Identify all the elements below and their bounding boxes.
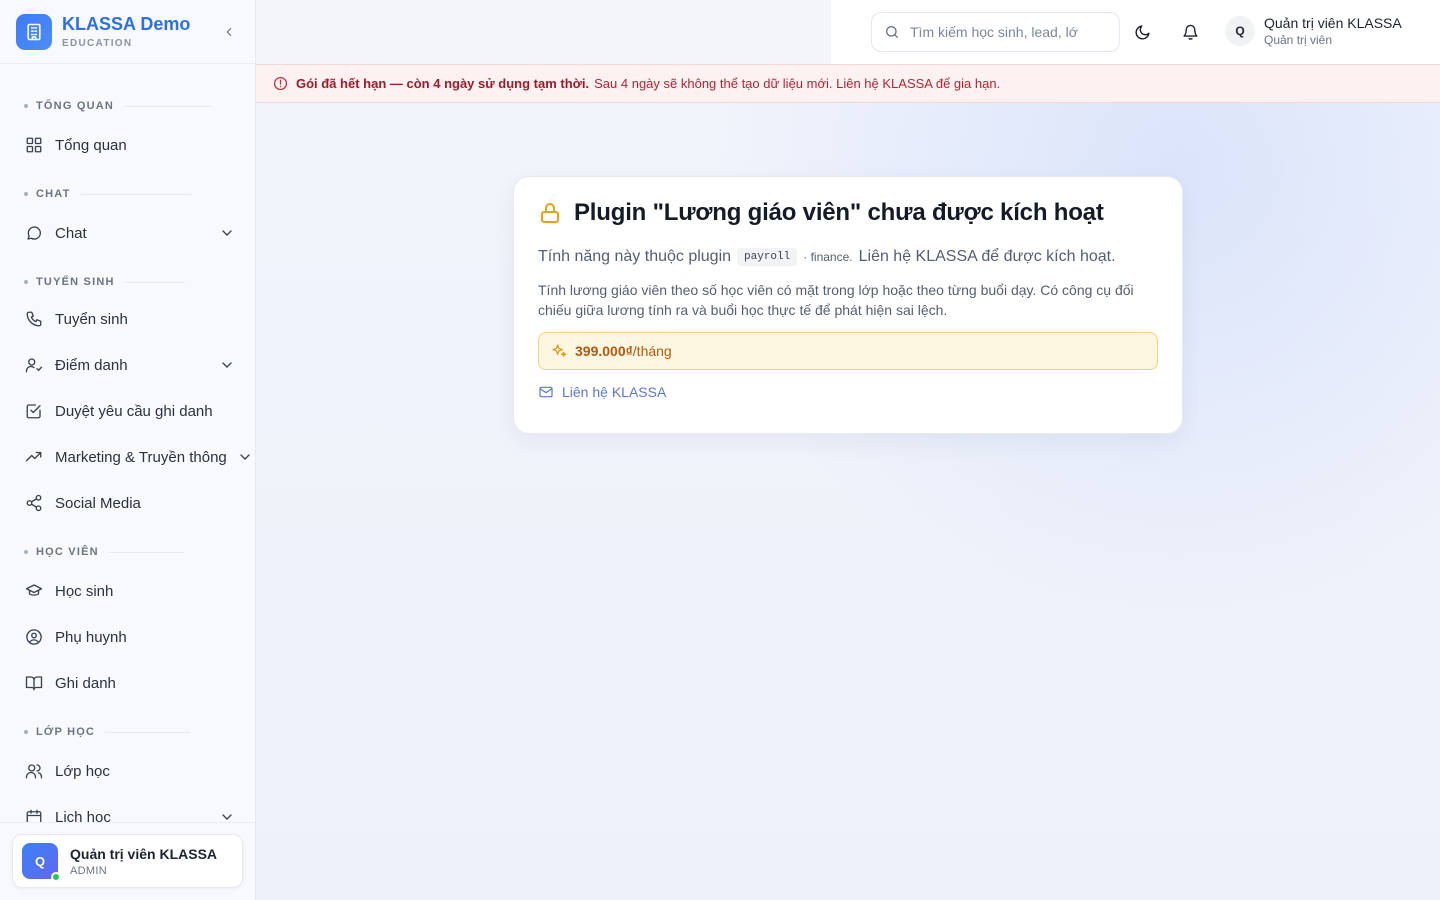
avatar: Q (22, 843, 61, 882)
banner-bold-text: Gói đã hết hạn — còn 4 ngày sử dụng tạm … (296, 76, 590, 91)
sidebar-item-label: Tuyển sinh (55, 310, 128, 328)
header-user-role: Quản trị viên (1264, 33, 1333, 47)
header-user[interactable]: Quản trị viên KLASSA Quản trị viên (1264, 15, 1402, 47)
price-amount: 399.000₫ (575, 343, 633, 359)
alert-circle-icon (273, 76, 288, 91)
chevron-down-icon (222, 362, 232, 368)
building-icon[interactable] (16, 13, 52, 50)
sidebar-item-diem-danh[interactable]: Điểm danh (0, 342, 255, 388)
sidebar-item-marketing[interactable]: Marketing & Truyền thông (0, 434, 255, 480)
theme-toggle-button[interactable] (1130, 20, 1154, 44)
expiry-warning-banner: Gói đã hết hạn — còn 4 ngày sử dụng tạm … (256, 64, 1440, 103)
section-label: TỔNG QUAN (0, 98, 255, 114)
sidebar-item-duyet-yeu-cau[interactable]: Duyệt yêu cầu ghi danh (0, 388, 255, 434)
sidebar-item-label: Tổng quan (55, 136, 127, 154)
sidebar-item-label: Ghi danh (55, 674, 116, 692)
chevron-left-icon (226, 27, 232, 36)
online-status-dot (51, 872, 61, 882)
collapse-sidebar-button[interactable] (219, 22, 239, 42)
sidebar-item-label: Marketing & Truyền thông (55, 448, 227, 466)
sidebar: KLASSA Demo EDUCATION TỔNG QUAN Tổng qua… (0, 0, 256, 900)
sidebar-nav: TỔNG QUAN Tổng quan CHAT Chat TUYỂN SINH… (0, 64, 255, 840)
sidebar-item-label: Học sinh (55, 582, 114, 600)
sparkles-icon (552, 344, 567, 357)
sidebar-item-label: Chat (55, 224, 87, 242)
bell-icon (1182, 24, 1198, 40)
plugin-category: · finance. (803, 250, 853, 264)
mail-icon (539, 386, 553, 398)
plugin-code: payroll (737, 248, 798, 266)
sidebar-item-chat[interactable]: Chat (0, 210, 255, 256)
sidebar-item-tuyen-sinh[interactable]: Tuyển sinh (0, 296, 255, 342)
header-avatar[interactable]: Q (1225, 16, 1255, 46)
sidebar-item-hoc-sinh[interactable]: Học sinh (0, 568, 255, 614)
card-subtitle: Tính năng này thuộc plugin payroll · fin… (538, 248, 1116, 266)
sidebar-item-lop-hoc[interactable]: Lớp học (0, 748, 255, 794)
price-box: 399.000₫/tháng (538, 332, 1158, 370)
sidebar-item-label: Social Media (55, 494, 141, 512)
header-user-name: Quản trị viên KLASSA (1264, 15, 1402, 31)
banner-text: Sau 4 ngày sẽ không thể tạo dữ liệu mới.… (594, 76, 1001, 91)
moon-icon (1135, 24, 1150, 39)
sidebar-item-tong-quan[interactable]: Tổng quan (0, 122, 255, 168)
search-input[interactable] (910, 24, 1100, 40)
header-toolbar: Q Quản trị viên KLASSA Quản trị viên (831, 0, 1440, 64)
brand-name: KLASSA Demo (62, 14, 191, 34)
card-description: Tính lương giáo viên theo số học viên có… (538, 282, 1134, 318)
section-label: CHAT (0, 186, 255, 202)
section-label: LỚP HỌC (0, 724, 255, 740)
chevron-down-icon (222, 230, 232, 236)
sidebar-item-ghi-danh[interactable]: Ghi danh (0, 660, 255, 706)
contact-klassa-link[interactable]: Liên hệ KLASSA (538, 384, 1158, 400)
user-circle-icon (24, 627, 44, 647)
user-role: ADMIN (70, 864, 107, 877)
notifications-button[interactable] (1178, 20, 1202, 44)
search-box[interactable] (871, 12, 1120, 52)
user-name: Quản trị viên KLASSA (70, 845, 218, 862)
chat-icon (24, 223, 44, 243)
main-content: Plugin "Lương giáo viên" chưa được kích … (256, 103, 1440, 900)
sidebar-item-label: Duyệt yêu cầu ghi danh (55, 402, 213, 420)
sidebar-item-social-media[interactable]: Social Media (0, 480, 255, 526)
sidebar-user-card[interactable]: Q Quản trị viên KLASSA ADMIN (12, 834, 243, 888)
trending-icon (24, 447, 44, 467)
graduation-icon (24, 581, 44, 601)
sidebar-item-label: Phụ huynh (55, 628, 127, 646)
price-period: /tháng (632, 343, 672, 359)
lock-icon (541, 203, 559, 223)
search-icon (886, 26, 898, 38)
users-icon (24, 761, 44, 781)
sidebar-item-label: Điểm danh (55, 356, 128, 374)
section-label: TUYỂN SINH (0, 274, 255, 290)
card-title: Plugin "Lương giáo viên" chưa được kích … (574, 199, 1104, 226)
section-label: HỌC VIÊN (0, 544, 255, 560)
chevron-down-icon (240, 454, 250, 460)
phone-icon (24, 309, 44, 329)
brand-subtitle: EDUCATION (62, 38, 133, 49)
sidebar-item-label: Lớp học (55, 762, 110, 780)
share-icon (24, 493, 44, 513)
brand: KLASSA Demo EDUCATION (0, 0, 255, 64)
book-icon (24, 673, 44, 693)
user-check-icon (24, 355, 44, 375)
plugin-locked-card: Plugin "Lương giáo viên" chưa được kích … (513, 176, 1183, 434)
sidebar-item-phu-huynh[interactable]: Phụ huynh (0, 614, 255, 660)
dashboard-icon (24, 135, 44, 155)
checkbox-icon (24, 401, 44, 421)
top-header: Q Quản trị viên KLASSA Quản trị viên (256, 0, 1440, 64)
